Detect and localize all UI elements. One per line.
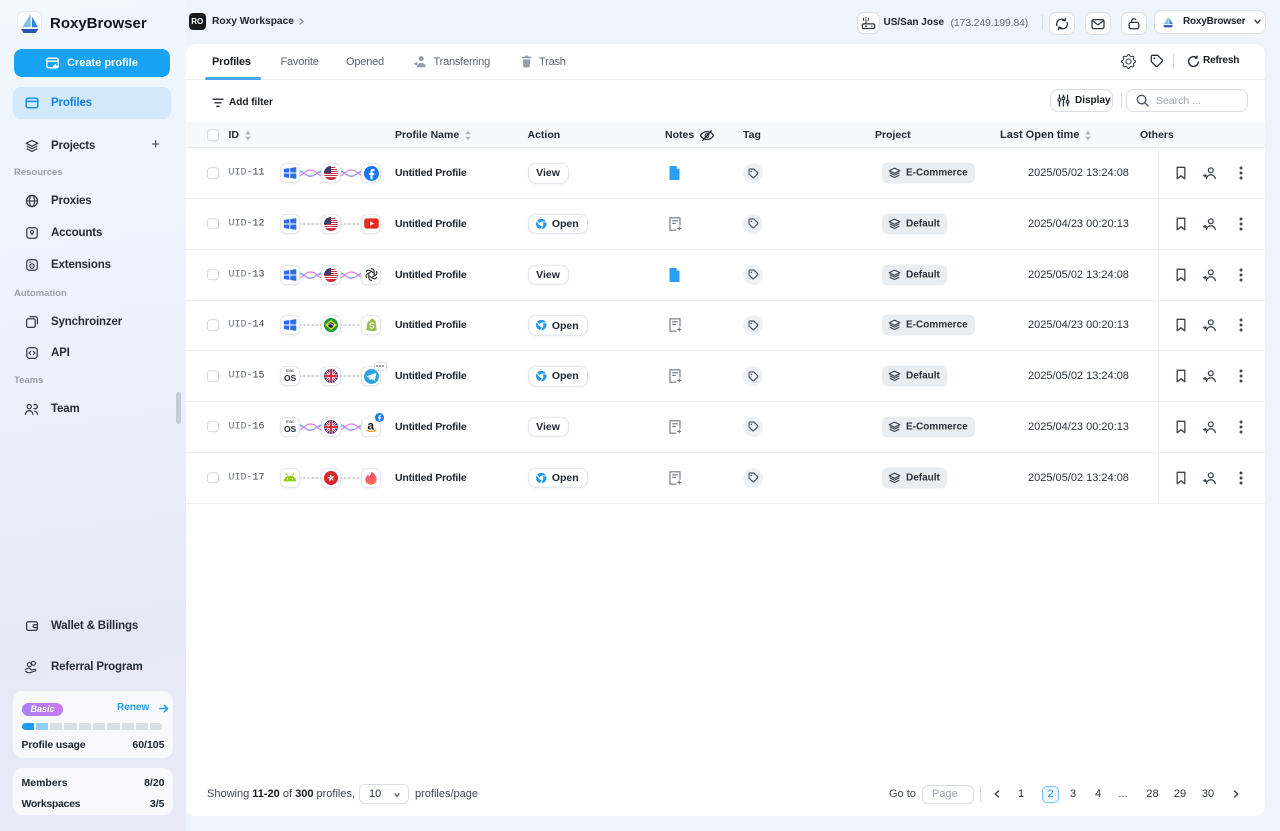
svg-text:S: S <box>369 321 375 331</box>
